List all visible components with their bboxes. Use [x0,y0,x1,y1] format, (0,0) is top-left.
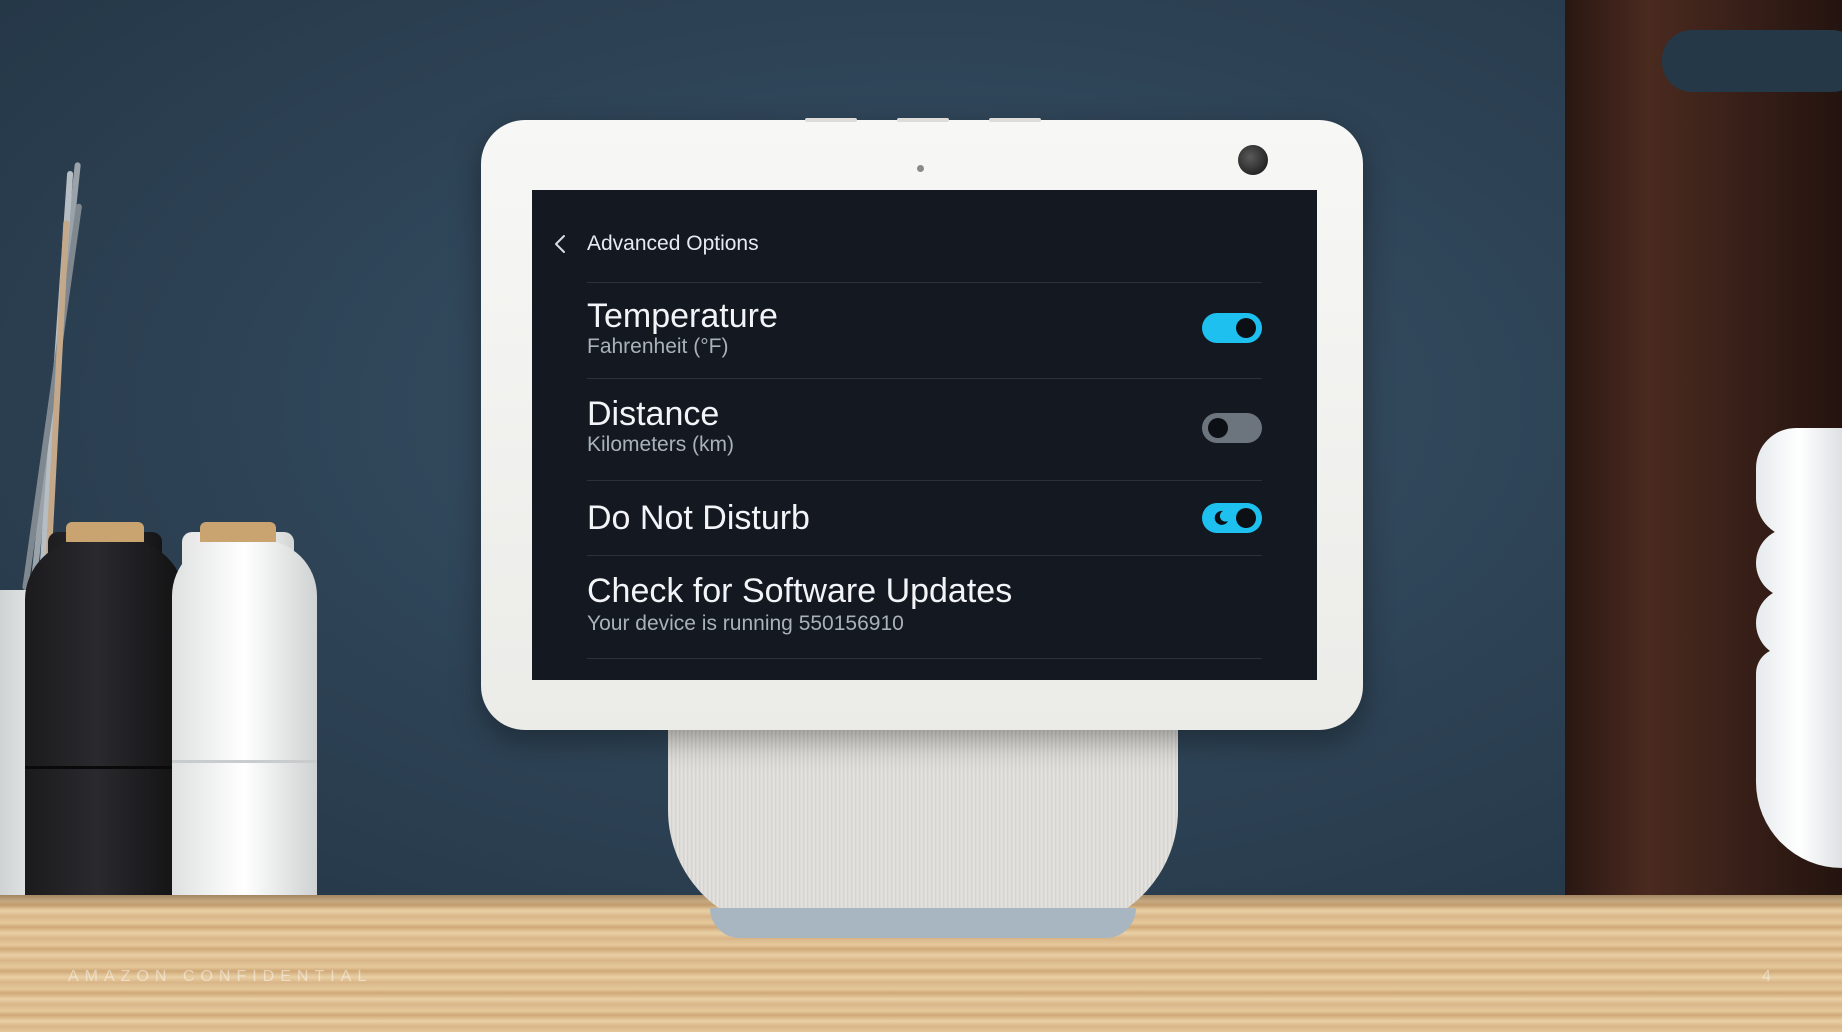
device-screen: Advanced Options Temperature Fahrenheit … [532,190,1317,680]
microphone-dot [917,165,924,172]
setting-title-do-not-disturb: Do Not Disturb [587,499,810,537]
setting-subtitle-temperature: Fahrenheit (°F) [587,335,729,358]
setting-subtitle-software-updates: Your device is running 550156910 [587,612,904,635]
mic-off-button[interactable] [989,118,1041,122]
volume-down-button[interactable] [805,118,857,122]
black-grinder [25,540,185,928]
do-not-disturb-toggle[interactable] [1202,503,1262,533]
toggle-knob [1236,318,1256,338]
temperature-toggle[interactable] [1202,313,1262,343]
stacked-bowls [1756,428,1842,868]
white-grinder [172,540,317,918]
setting-subtitle-distance: Kilometers (km) [587,433,735,456]
slide-number: 4 [1762,968,1771,985]
speaker-base [668,700,1178,930]
utensil-sticks [0,160,83,591]
distance-toggle[interactable] [1202,413,1262,443]
moon-icon [1212,509,1230,527]
volume-up-button[interactable] [897,118,949,122]
white-grinder-cork [200,522,276,542]
setting-row-temperature[interactable]: Temperature Fahrenheit (°F) [587,283,1262,378]
divider [587,658,1262,659]
setting-title-distance: Distance [587,395,720,433]
setting-row-software-updates[interactable]: Check for Software Updates Your device i… [587,556,1262,648]
setting-row-distance[interactable]: Distance Kilometers (km) [587,379,1262,479]
screen-header: Advanced Options [532,224,1317,264]
black-grinder-seam [25,766,185,769]
setting-title-temperature: Temperature [587,297,778,335]
cutting-board-handle [1662,30,1842,92]
page-title: Advanced Options [587,232,759,255]
toggle-knob [1236,508,1256,528]
camera-lens [1238,145,1268,175]
confidential-watermark: AMAZON CONFIDENTIAL [68,968,373,985]
chevron-left-icon[interactable] [552,234,570,254]
black-grinder-cork [66,522,144,542]
speaker-foot [710,908,1136,938]
setting-row-do-not-disturb[interactable]: Do Not Disturb [587,481,1262,555]
toggle-knob [1208,418,1228,438]
setting-title-software-updates: Check for Software Updates [587,572,1013,610]
white-grinder-seam [172,760,317,763]
